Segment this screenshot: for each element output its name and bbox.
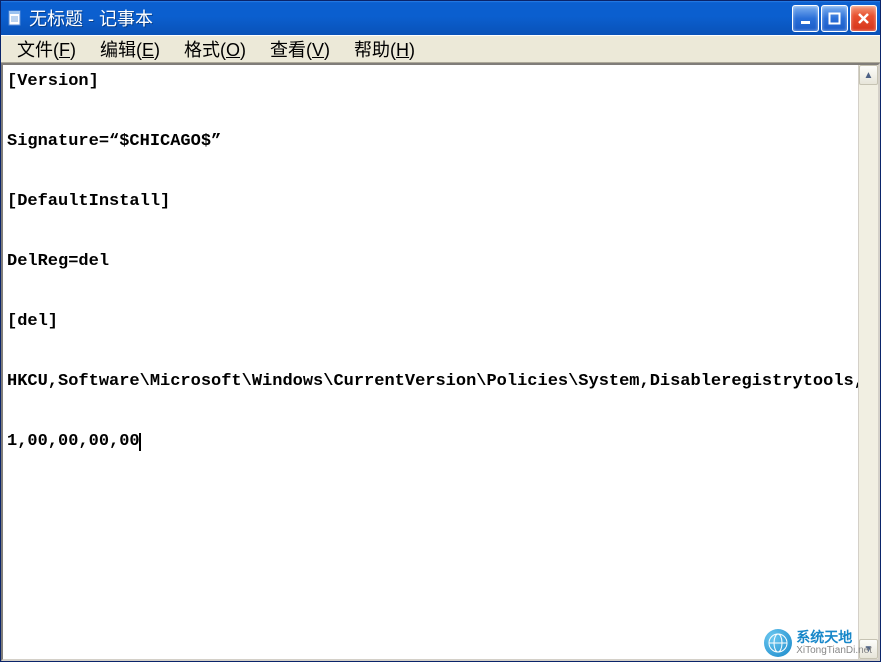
scroll-down-button[interactable]: ▼	[859, 639, 878, 659]
menu-bar: 文件(F) 编辑(E) 格式(O) 查看(V) 帮助(H)	[1, 35, 880, 63]
window-title: 无标题 - 记事本	[29, 5, 792, 31]
minimize-button[interactable]	[792, 5, 819, 32]
notepad-app-icon	[7, 10, 23, 26]
vertical-scrollbar[interactable]: ▲ ▼	[858, 65, 878, 659]
menu-help[interactable]: 帮助(H)	[342, 34, 427, 64]
editor-container: [Version] Signature=“$CHICAGO$” [Default…	[1, 63, 880, 661]
window-controls	[792, 5, 877, 32]
minimize-icon	[799, 12, 812, 25]
chevron-up-icon: ▲	[864, 70, 874, 81]
maximize-icon	[828, 12, 841, 25]
chevron-down-icon: ▼	[864, 644, 874, 655]
menu-view[interactable]: 查看(V)	[258, 34, 342, 64]
title-bar[interactable]: 无标题 - 记事本	[1, 1, 880, 35]
maximize-button[interactable]	[821, 5, 848, 32]
text-cursor	[139, 433, 141, 451]
text-editor[interactable]: [Version] Signature=“$CHICAGO$” [Default…	[3, 65, 858, 659]
menu-file[interactable]: 文件(F)	[5, 34, 88, 64]
close-icon	[857, 12, 870, 25]
scroll-up-button[interactable]: ▲	[859, 65, 878, 85]
notepad-window: 无标题 - 记事本 文件(F) 编辑(E) 格式(O) 查看(V) 帮助(H) …	[0, 0, 881, 662]
menu-edit[interactable]: 编辑(E)	[88, 34, 172, 64]
close-button[interactable]	[850, 5, 877, 32]
menu-format[interactable]: 格式(O)	[172, 34, 258, 64]
scroll-track[interactable]	[859, 85, 878, 639]
